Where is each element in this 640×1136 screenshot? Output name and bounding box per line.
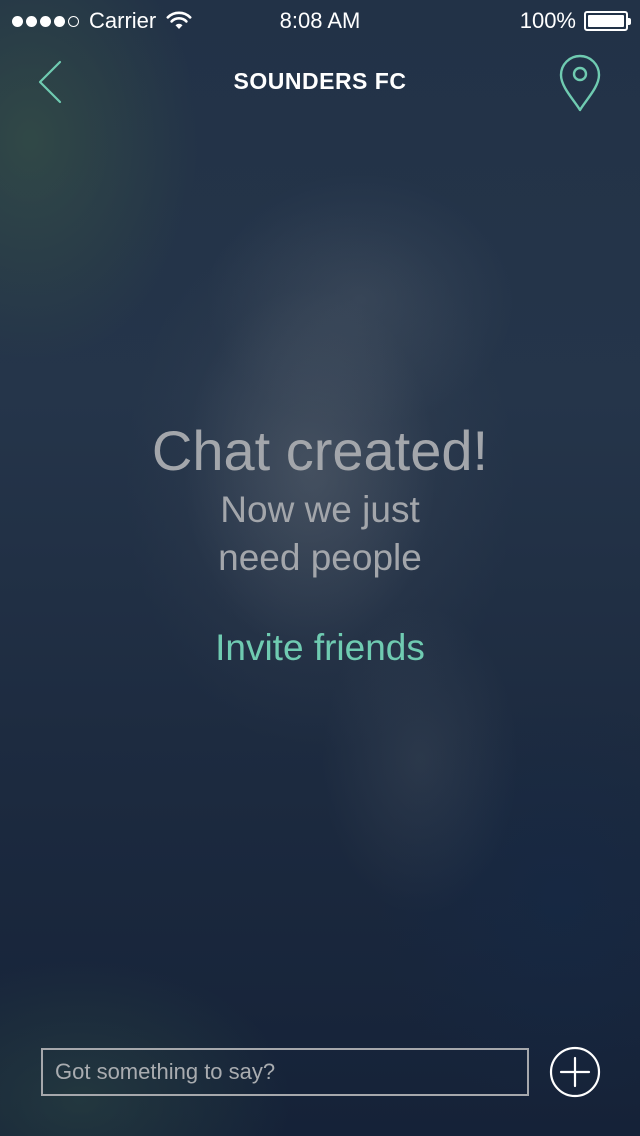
subline-line-2: need people — [218, 537, 422, 578]
add-button[interactable] — [549, 1046, 601, 1098]
message-composer — [0, 1046, 640, 1100]
battery-percent: 100% — [519, 8, 576, 33]
plus-circle-icon — [549, 1046, 601, 1098]
battery-icon — [584, 11, 631, 31]
page-title: SOUNDERS FC — [233, 68, 407, 94]
navigation-bar: SOUNDERS FC — [0, 44, 640, 120]
status-bar: Carrier 8:08 AM 100% — [0, 0, 640, 40]
status-right: 100% — [519, 8, 631, 34]
invite-friends-link[interactable]: Invite friends — [215, 624, 425, 672]
message-input[interactable] — [41, 1048, 529, 1096]
map-pin-icon — [559, 54, 601, 112]
subline-line-1: Now we just — [220, 489, 420, 530]
battery-fill — [588, 15, 624, 27]
chat-created-headline: Chat created! — [151, 419, 489, 482]
empty-state: Chat created! Now we just need people In… — [0, 418, 640, 672]
location-button[interactable] — [556, 54, 604, 114]
